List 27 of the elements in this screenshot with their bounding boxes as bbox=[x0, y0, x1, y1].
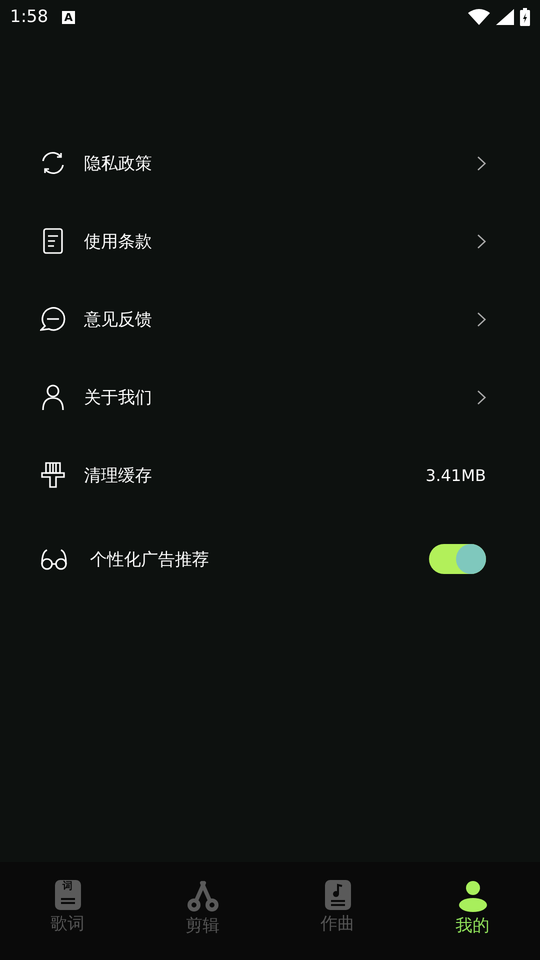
menu-label[interactable]: 清理缓存 bbox=[84, 464, 152, 486]
menu-label[interactable]: 关于我们 bbox=[84, 386, 152, 408]
menu-label[interactable]: 使用条款 bbox=[84, 230, 152, 252]
notification-icon: A bbox=[62, 10, 75, 24]
music-note-icon bbox=[324, 880, 350, 910]
menu-label[interactable]: 意见反馈 bbox=[84, 308, 152, 330]
chevron-icon bbox=[477, 156, 486, 170]
wifi-icon bbox=[468, 9, 490, 25]
battery-icon bbox=[520, 8, 530, 26]
lyrics-icon: 词 bbox=[54, 880, 80, 910]
chevron-icon bbox=[477, 234, 486, 248]
menu-label[interactable]: 个性化广告推荐 bbox=[90, 548, 209, 570]
status-time: 1:58 bbox=[10, 7, 48, 27]
scissors-icon bbox=[186, 880, 218, 912]
menu-label[interactable]: 隐私政策 bbox=[84, 152, 152, 174]
cache-size: 3.41MB bbox=[426, 466, 486, 484]
chat-icon bbox=[40, 306, 66, 332]
person-icon bbox=[40, 384, 66, 410]
chevron-icon bbox=[477, 390, 486, 404]
chevron-icon bbox=[477, 312, 486, 326]
toggle-switch[interactable] bbox=[429, 544, 486, 574]
signal-icon bbox=[496, 9, 514, 25]
brush-icon bbox=[40, 462, 66, 488]
refresh-icon bbox=[40, 150, 66, 176]
nav-tab[interactable]: 我的 bbox=[405, 880, 540, 944]
person-icon bbox=[458, 880, 488, 912]
document-icon bbox=[40, 228, 66, 254]
